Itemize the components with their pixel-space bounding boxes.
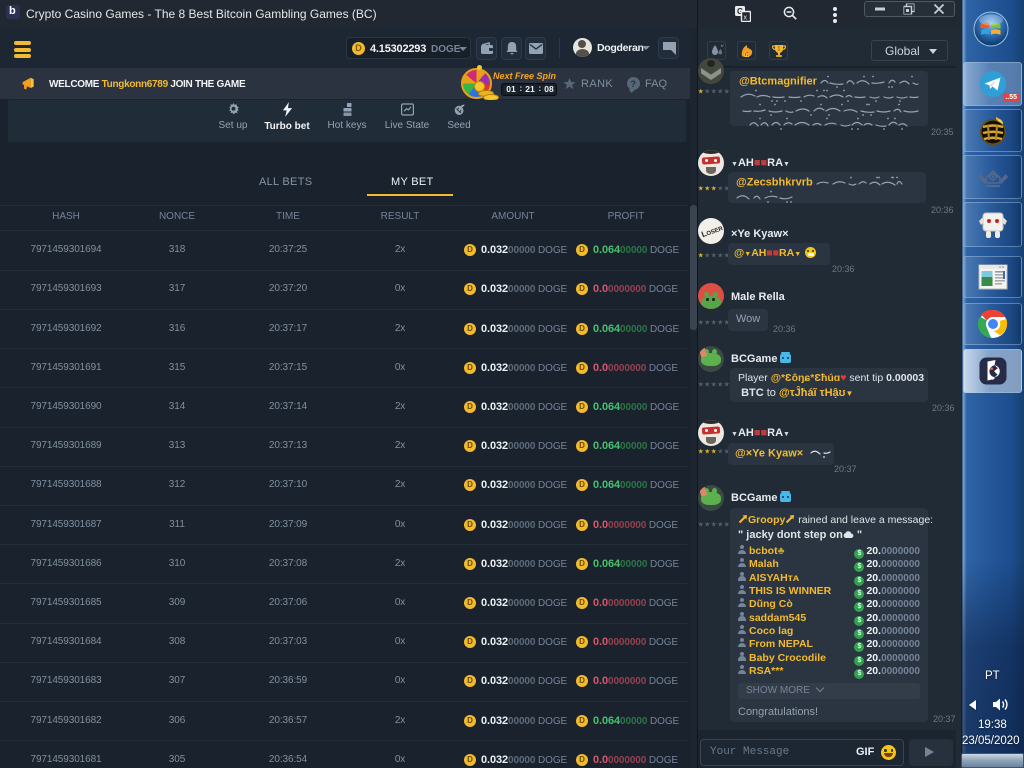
svg-text:x: x — [744, 15, 748, 22]
svg-text:B: B — [746, 53, 750, 58]
